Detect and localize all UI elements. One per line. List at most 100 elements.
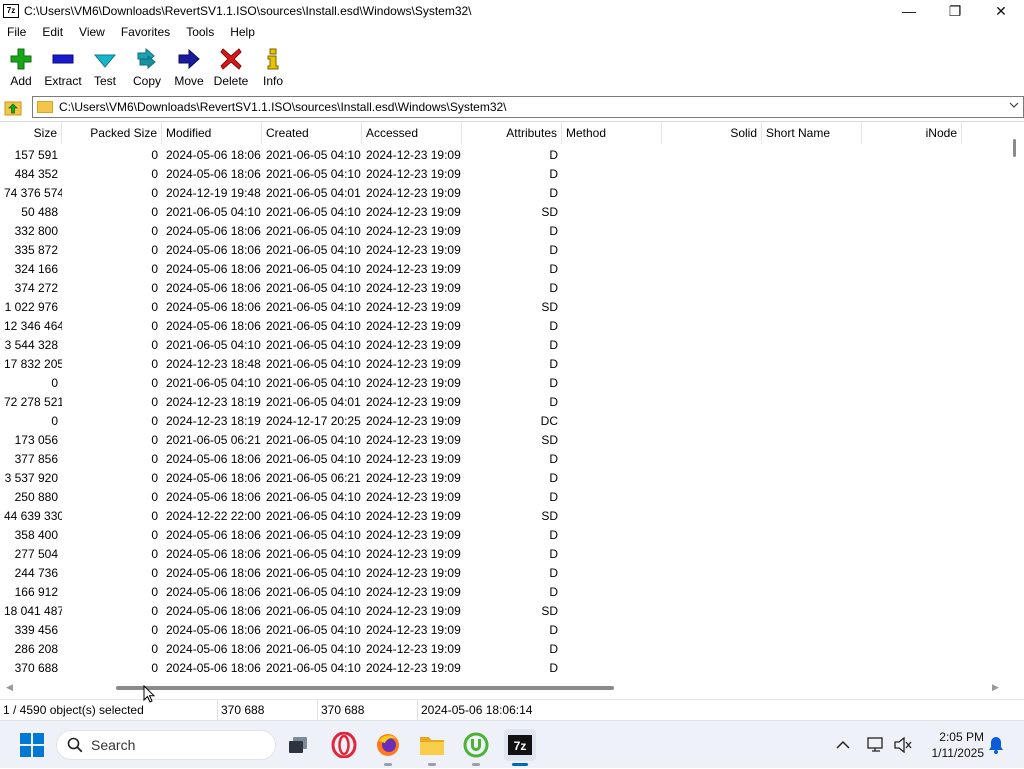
scroll-left-arrow-icon[interactable]: ◀ xyxy=(6,682,13,693)
file-row[interactable]: 3 537 920 0 2024-05-06 18:06 2021-06-05 06:… xyxy=(0,469,1006,488)
column-short-name[interactable]: Short Name xyxy=(762,122,862,144)
column-method[interactable]: Method xyxy=(562,122,662,144)
taskbar-clock[interactable]: 2:05 PM 1/11/2025 xyxy=(918,729,985,761)
show-hidden-icons-button[interactable] xyxy=(836,721,850,769)
file-row[interactable]: 44 639 330 0 2024-12-22 22:00 2021-06-05 04… xyxy=(0,507,1006,526)
7zip-taskbar-button[interactable]: 7z xyxy=(504,729,536,766)
path-input[interactable]: C:\Users\VM6\Downloads\RevertSV1.1.ISO\s… xyxy=(59,100,507,114)
cell-created: 2021-06-05 04:10 xyxy=(266,604,361,618)
column-attributes[interactable]: Attributes xyxy=(462,122,562,144)
minimize-button[interactable]: — xyxy=(886,0,932,22)
menu-view[interactable]: View xyxy=(71,25,113,39)
column-solid[interactable]: Solid xyxy=(662,122,762,144)
network-status-button[interactable] xyxy=(866,721,886,769)
extract-button[interactable]: Extract xyxy=(42,44,84,92)
start-button[interactable] xyxy=(20,733,44,757)
path-combobox[interactable]: C:\Users\VM6\Downloads\RevertSV1.1.ISO\s… xyxy=(32,96,1024,118)
firefox-taskbar-button[interactable] xyxy=(372,729,404,766)
file-row[interactable]: 374 272 0 2024-05-06 18:06 2021-06-05 04:10… xyxy=(0,279,1006,298)
column-packed-size[interactable]: Packed Size xyxy=(62,122,162,144)
cell-attributes: SD xyxy=(541,509,558,523)
file-row[interactable]: 1 022 976 0 2024-05-06 18:06 2021-06-05 04:… xyxy=(0,298,1006,317)
menu-favorites[interactable]: Favorites xyxy=(113,25,178,39)
menu-bar: File Edit View Favorites Tools Help xyxy=(0,22,1024,42)
file-row[interactable]: 17 832 205 0 2024-12-23 18:48 2021-06-05 04… xyxy=(0,355,1006,374)
task-view-button[interactable] xyxy=(282,729,314,761)
file-row[interactable]: 3 544 328 0 2021-06-05 04:10 2021-06-05 04:… xyxy=(0,336,1006,355)
file-row[interactable]: 335 872 0 2024-05-06 18:06 2021-06-05 04:10… xyxy=(0,241,1006,260)
file-row[interactable]: 377 856 0 2024-05-06 18:06 2021-06-05 04:10… xyxy=(0,450,1006,469)
info-button[interactable]: Info xyxy=(252,44,294,92)
arrow-right-icon xyxy=(177,48,201,70)
cell-size: 484 352 xyxy=(14,167,58,181)
file-row[interactable]: 50 488 0 2021-06-05 04:10 2021-06-05 04:10 2… xyxy=(0,203,1006,222)
copy-button[interactable]: Copy xyxy=(126,44,168,92)
menu-help[interactable]: Help xyxy=(222,25,263,39)
move-button[interactable]: Move xyxy=(168,44,210,92)
file-row[interactable]: 286 208 0 2024-05-06 18:06 2021-06-05 04:10… xyxy=(0,640,1006,659)
cell-modified: 2024-05-06 18:06 xyxy=(166,148,261,162)
file-row[interactable]: 332 800 0 2024-05-06 18:06 2021-06-05 04:10… xyxy=(0,222,1006,241)
file-row[interactable]: 244 736 0 2024-05-06 18:06 2021-06-05 04:10… xyxy=(0,564,1006,583)
test-button[interactable]: Test xyxy=(84,44,126,92)
chevron-down-icon[interactable] xyxy=(1009,100,1019,113)
column-created[interactable]: Created xyxy=(262,122,362,144)
file-row[interactable]: 72 278 521 0 2024-12-23 18:19 2021-06-05 04… xyxy=(0,393,1006,412)
menu-edit[interactable]: Edit xyxy=(34,25,71,39)
file-row[interactable]: 157 591 0 2024-05-06 18:06 2021-06-05 04:10… xyxy=(0,146,1006,165)
status-size: 370 688 xyxy=(218,699,318,721)
cell-size: 324 166 xyxy=(14,262,58,276)
cell-created: 2024-12-17 20:25 xyxy=(266,414,361,428)
cell-modified: 2024-05-06 18:06 xyxy=(166,471,261,485)
file-row[interactable]: 324 166 0 2024-05-06 18:06 2021-06-05 04:10… xyxy=(0,260,1006,279)
column-accessed[interactable]: Accessed xyxy=(362,122,462,144)
column-inode[interactable]: iNode xyxy=(862,122,962,144)
firefox-icon xyxy=(377,734,399,756)
cell-attributes: D xyxy=(549,661,558,675)
address-bar: C:\Users\VM6\Downloads\RevertSV1.1.ISO\s… xyxy=(0,96,1024,118)
file-row[interactable]: 0 0 2021-06-05 04:10 2021-06-05 04:10 2024-1… xyxy=(0,374,1006,393)
file-row[interactable]: 12 346 464 0 2024-05-06 18:06 2021-06-05 04… xyxy=(0,317,1006,336)
column-modified[interactable]: Modified xyxy=(162,122,262,144)
menu-tools[interactable]: Tools xyxy=(178,25,222,39)
file-row[interactable]: 484 352 0 2024-05-06 18:06 2021-06-05 04:10… xyxy=(0,165,1006,184)
utorrent-taskbar-button[interactable] xyxy=(460,729,492,766)
vertical-scroll-thumb[interactable] xyxy=(1013,139,1016,157)
column-size[interactable]: Size xyxy=(0,122,62,144)
file-row[interactable]: 173 056 0 2021-06-05 06:21 2021-06-05 04:10… xyxy=(0,431,1006,450)
column-filler xyxy=(962,122,1006,144)
file-row[interactable]: 277 504 0 2024-05-06 18:06 2021-06-05 04:10… xyxy=(0,545,1006,564)
delete-button[interactable]: Delete xyxy=(210,44,252,92)
horizontal-scroll-thumb[interactable] xyxy=(116,686,614,690)
file-row[interactable]: 0 0 2024-12-23 18:19 2024-12-17 20:25 2024-1… xyxy=(0,412,1006,431)
file-row[interactable]: 370 688 0 2024-05-06 18:06 2021-06-05 04:10… xyxy=(0,659,1006,678)
up-folder-button[interactable] xyxy=(2,96,24,118)
notifications-button[interactable] xyxy=(988,721,1004,769)
cell-created: 2021-06-05 04:10 xyxy=(266,300,361,314)
menu-file[interactable]: File xyxy=(0,25,34,39)
cell-created: 2021-06-05 04:01 xyxy=(266,395,361,409)
cell-attributes: D xyxy=(549,490,558,504)
cell-attributes: SD xyxy=(541,300,558,314)
file-row[interactable]: 358 400 0 2024-05-06 18:06 2021-06-05 04:10… xyxy=(0,526,1006,545)
file-row[interactable]: 18 041 487 0 2024-05-06 18:06 2021-06-05 04… xyxy=(0,602,1006,621)
file-row[interactable]: 250 880 0 2024-05-06 18:06 2021-06-05 04:10… xyxy=(0,488,1006,507)
opera-taskbar-button[interactable] xyxy=(328,729,360,761)
chevron-up-icon xyxy=(836,740,850,749)
volume-button[interactable] xyxy=(894,721,912,769)
cell-attributes: SD xyxy=(541,433,558,447)
cell-modified: 2024-05-06 18:06 xyxy=(166,300,261,314)
vertical-scrollbar[interactable] xyxy=(1006,122,1024,682)
delete-label: Delete xyxy=(213,74,249,88)
file-row[interactable]: 339 456 0 2024-05-06 18:06 2021-06-05 04:10… xyxy=(0,621,1006,640)
scroll-right-arrow-icon[interactable]: ▶ xyxy=(992,682,999,693)
close-button[interactable]: ✕ xyxy=(978,0,1024,22)
maximize-button[interactable]: ❐ xyxy=(932,0,978,22)
file-explorer-taskbar-button[interactable] xyxy=(416,729,448,766)
add-button[interactable]: Add xyxy=(0,44,42,92)
file-row[interactable]: 166 912 0 2024-05-06 18:06 2021-06-05 04:10… xyxy=(0,583,1006,602)
taskbar-search-box[interactable]: Search xyxy=(56,730,276,760)
file-row[interactable]: 74 376 574 0 2024-12-19 19:48 2021-06-05 04… xyxy=(0,184,1006,203)
cell-attributes: SD xyxy=(541,604,558,618)
clock-date: 1/11/2025 xyxy=(931,746,985,760)
